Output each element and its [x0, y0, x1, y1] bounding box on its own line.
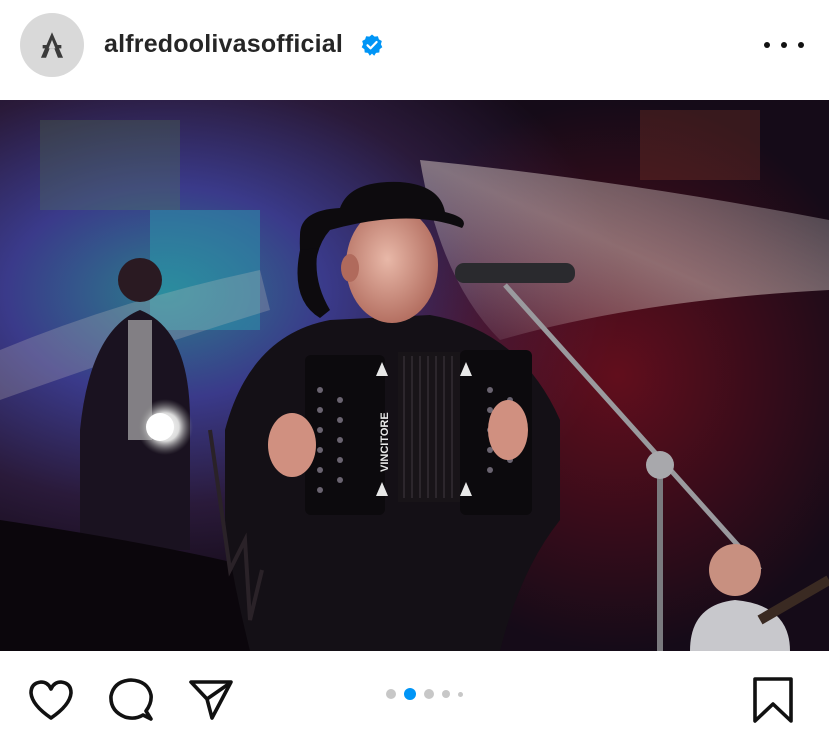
- carousel-dot: [424, 689, 434, 699]
- logo-monogram-icon: [40, 32, 64, 58]
- post-header: alfredoolivasofficial: [0, 0, 829, 100]
- comment-icon[interactable]: [106, 675, 156, 725]
- carousel-dot-active: [404, 688, 416, 700]
- send-icon[interactable]: [186, 675, 236, 725]
- post-image[interactable]: VINCITORE: [0, 100, 829, 651]
- profile-avatar[interactable]: [20, 13, 84, 77]
- heart-icon[interactable]: [26, 675, 76, 725]
- carousel-dot: [386, 689, 396, 699]
- bookmark-icon[interactable]: [748, 675, 798, 725]
- carousel-indicator: [386, 688, 463, 700]
- verified-badge-icon: [361, 34, 383, 56]
- concert-photo: VINCITORE: [0, 100, 829, 651]
- more-options-icon[interactable]: [764, 32, 804, 58]
- accordion-brand-label: VINCITORE: [379, 412, 391, 472]
- carousel-dot: [458, 691, 463, 697]
- username-link[interactable]: alfredoolivasofficial: [104, 30, 343, 59]
- carousel-dot: [442, 690, 450, 698]
